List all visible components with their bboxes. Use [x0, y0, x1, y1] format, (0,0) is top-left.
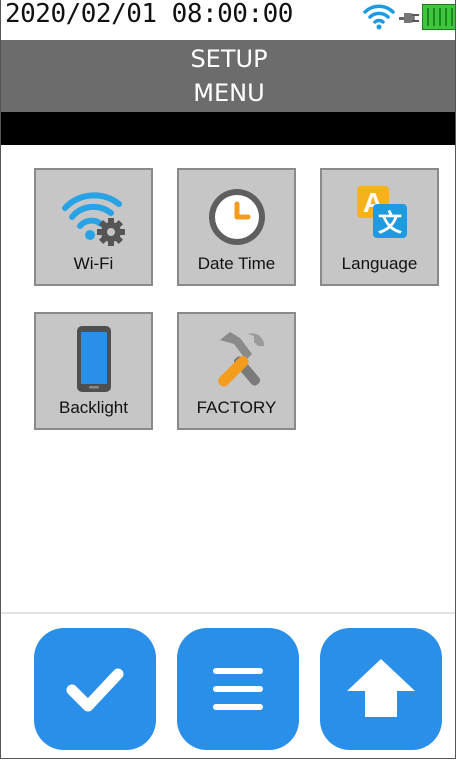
menu-item-label: Language — [341, 254, 418, 273]
plug-icon — [399, 13, 419, 23]
svg-text:文: 文 — [378, 209, 403, 237]
check-icon — [66, 668, 124, 712]
battery-icon — [422, 4, 455, 30]
phone-icon — [36, 324, 151, 394]
menu-item-label: Date Time — [197, 254, 276, 273]
page-title-line2: MENU — [193, 79, 265, 107]
clock-icon — [179, 180, 294, 250]
wifi-settings-icon — [36, 180, 151, 250]
menu-icon — [213, 668, 263, 710]
bottom-divider — [1, 612, 455, 614]
menu-item-label: Backlight — [59, 398, 128, 417]
datetime-display: 2020/02/01 08:00:00 — [5, 0, 293, 29]
arrow-up-icon — [347, 659, 415, 717]
menu-item-language[interactable]: A 文 Language — [320, 168, 439, 286]
menu-item-date-time[interactable]: Date Time — [177, 168, 296, 286]
menu-item-label: FACTORY — [196, 398, 277, 417]
confirm-button[interactable] — [34, 628, 156, 750]
menu-item-backlight[interactable]: Backlight — [34, 312, 153, 430]
title-bar: SETUP MENU — [1, 40, 455, 112]
tools-icon — [179, 324, 294, 394]
menu-item-wifi[interactable]: Wi-Fi — [34, 168, 153, 286]
status-bar: 2020/02/01 08:00:00 — [1, 0, 455, 41]
page-title-line1: SETUP — [190, 45, 268, 73]
menu-item-label: Wi-Fi — [73, 254, 114, 273]
menu-item-factory[interactable]: FACTORY — [177, 312, 296, 430]
up-button[interactable] — [320, 628, 442, 750]
device-screen: 2020/02/01 08:00:00 SETUP MENU Wi-Fi Dat… — [0, 0, 456, 759]
title-divider-bar — [1, 112, 455, 145]
language-icon: A 文 — [322, 180, 437, 250]
menu-button[interactable] — [177, 628, 299, 750]
wifi-icon — [363, 4, 395, 30]
